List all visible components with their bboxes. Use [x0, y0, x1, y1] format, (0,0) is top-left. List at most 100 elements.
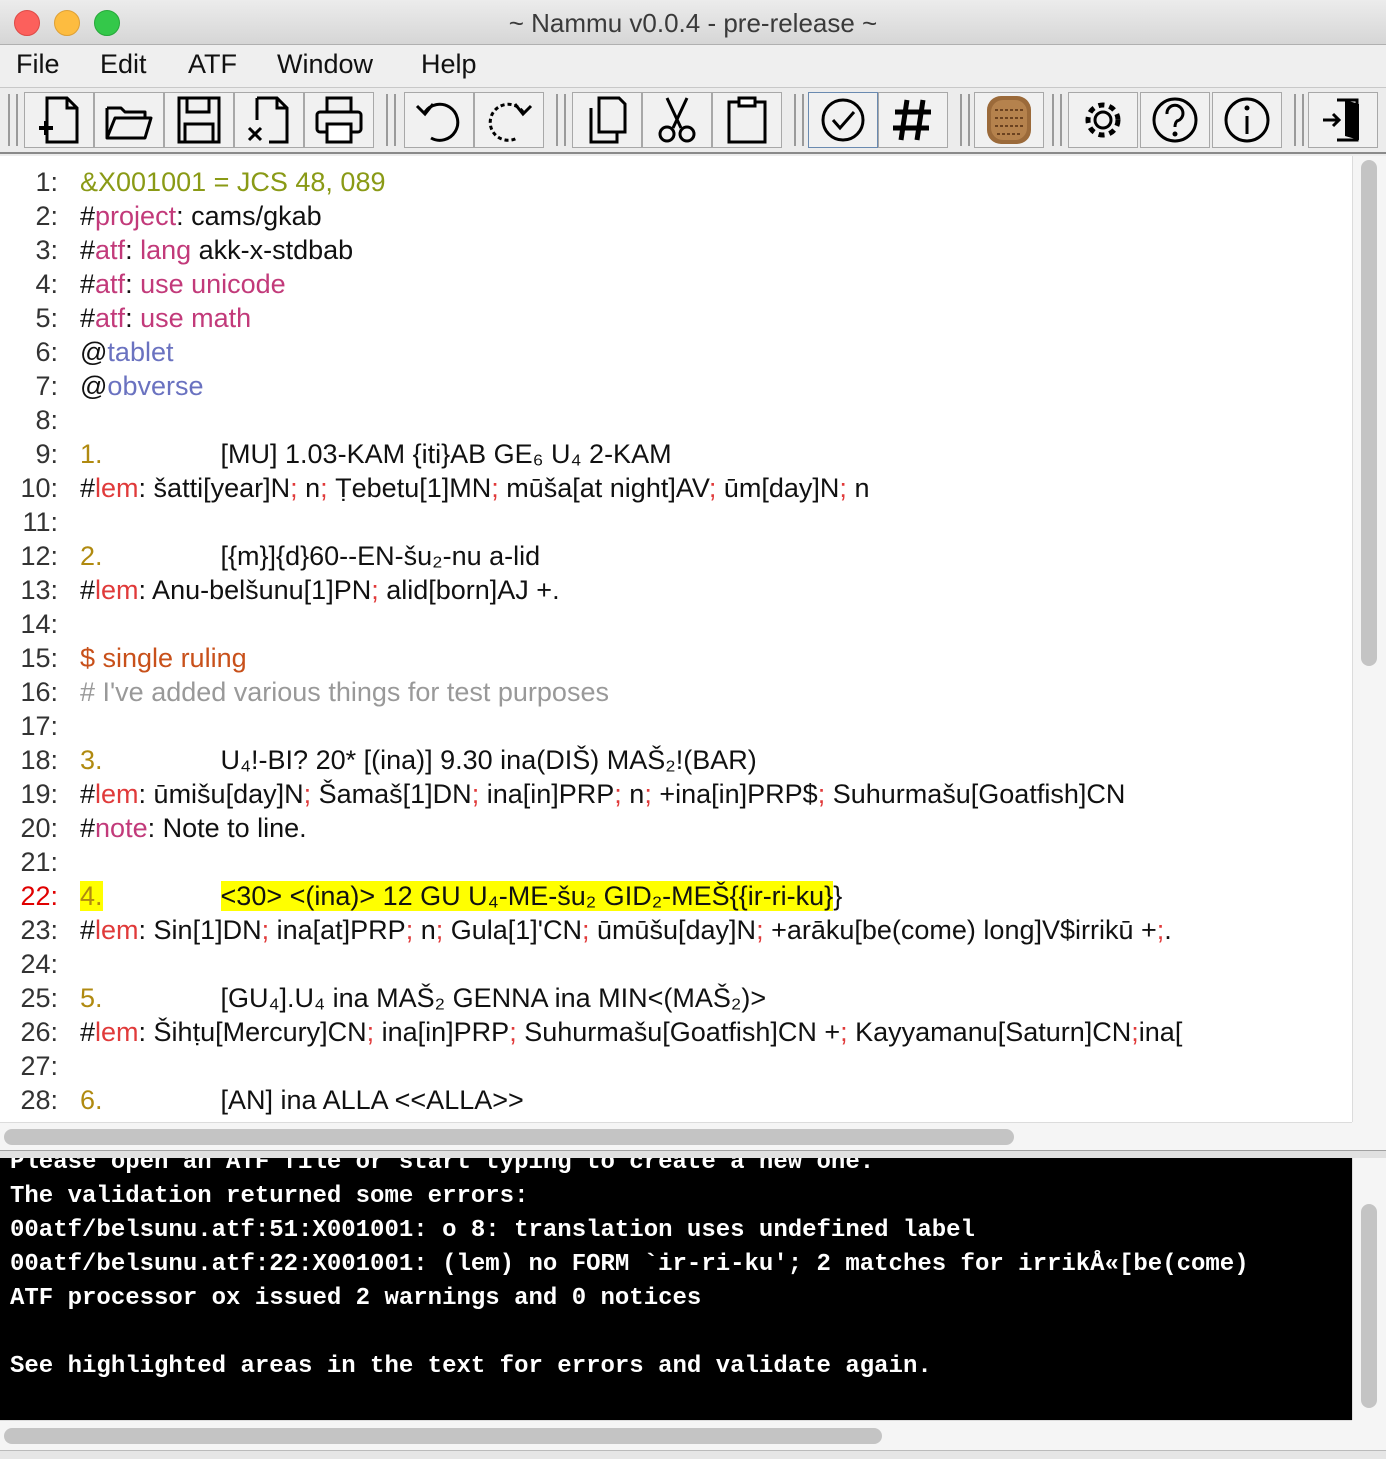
editor-vertical-scroll-thumb[interactable] [1361, 160, 1377, 666]
text-segment: lang [140, 235, 192, 265]
editor-line[interactable]: 14: [0, 607, 1352, 641]
editor-line[interactable]: 13: #lem: Anu-belšunu[1]PN; alid[born]AJ … [0, 573, 1352, 607]
console-horizontal-scrollbar[interactable] [0, 1420, 1352, 1451]
text-segment: 6. [80, 1085, 103, 1115]
line-number: 5: [35, 303, 58, 333]
quit-button[interactable] [1308, 92, 1378, 148]
line-text[interactable]: # I've added various things for test pur… [80, 675, 609, 709]
line-text[interactable]: #lem: ūmišu[day]N; Šamaš[1]DN; ina[in]PR… [80, 777, 1125, 811]
editor-line[interactable]: 11: [0, 505, 1352, 539]
editor-horizontal-scroll-thumb[interactable] [4, 1129, 1014, 1145]
info-button[interactable] [1212, 92, 1282, 148]
console-horizontal-scroll-thumb[interactable] [4, 1428, 882, 1444]
editor-line[interactable]: 28: 6. [AN] ina ALLA <<ALLA>> [0, 1083, 1352, 1117]
editor-line[interactable]: 5: #atf: use math [0, 301, 1352, 335]
menu-atf[interactable]: ATF [188, 49, 237, 80]
toolbar-grip[interactable] [386, 94, 396, 146]
editor-line[interactable]: 15: $ single ruling [0, 641, 1352, 675]
line-text[interactable]: 5. [GU₄].U₄ ina MAŠ₂ GENNA ina MIN<(MAŠ₂)… [80, 981, 766, 1015]
save-button[interactable] [164, 92, 234, 148]
line-text[interactable]: #note: Note to line. [80, 811, 307, 845]
line-text[interactable]: #lem: Šihṭu[Mercury]CN; ina[in]PRP; Suhu… [80, 1015, 1182, 1049]
editor-line[interactable]: 12: 2. [{m}]{d}60--EN-šu₂-nu a-lid [0, 539, 1352, 573]
text-segment: 2. [80, 541, 103, 571]
line-text[interactable]: #lem: šatti[year]N; n; Ṭebetu[1]MN; mūša… [80, 471, 869, 505]
toolbar-grip[interactable] [556, 94, 566, 146]
text-segment: &X001001 = JCS 48, 089 [80, 167, 386, 197]
text-segment: ; [491, 473, 499, 503]
console-vertical-scrollbar[interactable] [1352, 1158, 1386, 1420]
settings-button[interactable] [1068, 92, 1138, 148]
text-segment: # [80, 575, 96, 605]
copy-button[interactable] [572, 92, 642, 148]
line-text[interactable]: #project: cams/gkab [80, 199, 322, 233]
editor-line[interactable]: 16: # I've added various things for test … [0, 675, 1352, 709]
paste-button[interactable] [712, 92, 782, 148]
lemmatise-button[interactable] [878, 92, 948, 148]
line-text[interactable]: 1. [MU] 1.03-KAM {iti}AB GE₆ U₄ 2-KAM [80, 437, 672, 471]
text-segment: +ina[in]PRP$ [651, 779, 818, 809]
atf-editor[interactable]: 1: &X001001 = JCS 48, 089 2: #project: cams… [0, 156, 1352, 1122]
editor-line[interactable]: 27: [0, 1049, 1352, 1083]
line-text[interactable]: 2. [{m}]{d}60--EN-šu₂-nu a-lid [80, 539, 540, 573]
cut-button[interactable] [642, 92, 712, 148]
editor-line[interactable]: 1: &X001001 = JCS 48, 089 [0, 165, 1352, 199]
editor-line[interactable]: 20: #note: Note to line. [0, 811, 1352, 845]
line-text[interactable]: #lem: Anu-belšunu[1]PN; alid[born]AJ +. [80, 573, 560, 607]
line-text[interactable]: 6. [AN] ina ALLA <<ALLA>> [80, 1083, 524, 1117]
line-text[interactable]: $ single ruling [80, 641, 247, 675]
line-text[interactable]: 4. <30> <(ina)> 12 GU U₄-ME-šu₂ GID₂-MEŠ{… [80, 879, 842, 913]
help-button[interactable] [1140, 92, 1210, 148]
editor-line[interactable]: 26: #lem: Šihṭu[Mercury]CN; ina[in]PRP; S… [0, 1015, 1352, 1049]
editor-line[interactable]: 24: [0, 947, 1352, 981]
editor-line[interactable]: 9: 1. [MU] 1.03-KAM {iti}AB GE₆ U₄ 2-KAM [0, 437, 1352, 471]
close-file-button[interactable] [234, 92, 304, 148]
new-file-button[interactable] [24, 92, 94, 148]
editor-line[interactable]: 4: #atf: use unicode [0, 267, 1352, 301]
editor-line[interactable]: 10: #lem: šatti[year]N; n; Ṭebetu[1]MN; m… [0, 471, 1352, 505]
text-segment: ; [840, 1017, 848, 1047]
editor-line[interactable]: 22: 4. <30> <(ina)> 12 GU U₄-ME-šu₂ GID₂-M… [0, 879, 1352, 913]
line-text[interactable]: #atf: lang akk-x-stdbab [80, 233, 353, 267]
toolbar-grip[interactable] [960, 94, 970, 146]
editor-line[interactable]: 19: #lem: ūmišu[day]N; Šamaš[1]DN; ina[in… [0, 777, 1352, 811]
editor-line[interactable]: 8: [0, 403, 1352, 437]
line-text[interactable]: #lem: Sin[1]DN; ina[at]PRP; n; Gula[1]'C… [80, 913, 1172, 947]
editor-line[interactable]: 3: #atf: lang akk-x-stdbab [0, 233, 1352, 267]
line-text[interactable]: #atf: use math [80, 301, 251, 335]
line-text[interactable]: @tablet [80, 335, 173, 369]
print-button[interactable] [304, 92, 374, 148]
editor-line[interactable]: 6: @tablet [0, 335, 1352, 369]
open-file-button[interactable] [94, 92, 164, 148]
editor-line[interactable]: 21: [0, 845, 1352, 879]
menu-edit[interactable]: Edit [100, 49, 147, 80]
line-number: 2: [35, 201, 58, 231]
menu-help[interactable]: Help [421, 49, 477, 80]
undo-button[interactable] [404, 92, 474, 148]
toolbar-grip[interactable] [1052, 94, 1062, 146]
redo-button[interactable] [474, 92, 544, 148]
line-text[interactable]: #atf: use unicode [80, 267, 286, 301]
console-vertical-scroll-thumb[interactable] [1361, 1204, 1377, 1408]
line-text[interactable]: @obverse [80, 369, 203, 403]
toolbar-grip[interactable] [1294, 94, 1304, 146]
editor-vertical-scrollbar[interactable] [1352, 156, 1386, 1122]
menu-window[interactable]: Window [277, 49, 373, 80]
editor-line[interactable]: 25: 5. [GU₄].U₄ ina MAŠ₂ GENNA ina MIN<(MA… [0, 981, 1352, 1015]
text-segment: ; [756, 915, 764, 945]
editor-line[interactable]: 2: #project: cams/gkab [0, 199, 1352, 233]
text-segment: ; [366, 1017, 375, 1047]
editor-horizontal-scrollbar[interactable] [0, 1122, 1352, 1151]
tablet-button[interactable] [974, 92, 1044, 148]
editor-line[interactable]: 23: #lem: Sin[1]DN; ina[at]PRP; n; Gula[1… [0, 913, 1352, 947]
validate-button[interactable] [808, 92, 878, 148]
menu-file[interactable]: File [16, 49, 60, 80]
editor-line[interactable]: 18: 3. U₄!-BI? 20* [(ina)] 9.30 ina(DIŠ) M… [0, 743, 1352, 777]
editor-line[interactable]: 7: @obverse [0, 369, 1352, 403]
line-text[interactable]: &X001001 = JCS 48, 089 [80, 165, 385, 199]
editor-line[interactable]: 17: [0, 709, 1352, 743]
line-text[interactable]: 3. U₄!-BI? 20* [(ina)] 9.30 ina(DIŠ) MAŠ₂… [80, 743, 757, 777]
text-segment: [GU₄].U₄ ina MAŠ₂ GENNA ina MIN<(MAŠ₂)> [220, 983, 767, 1013]
toolbar-grip[interactable] [794, 94, 804, 146]
toolbar-grip[interactable] [8, 94, 18, 146]
